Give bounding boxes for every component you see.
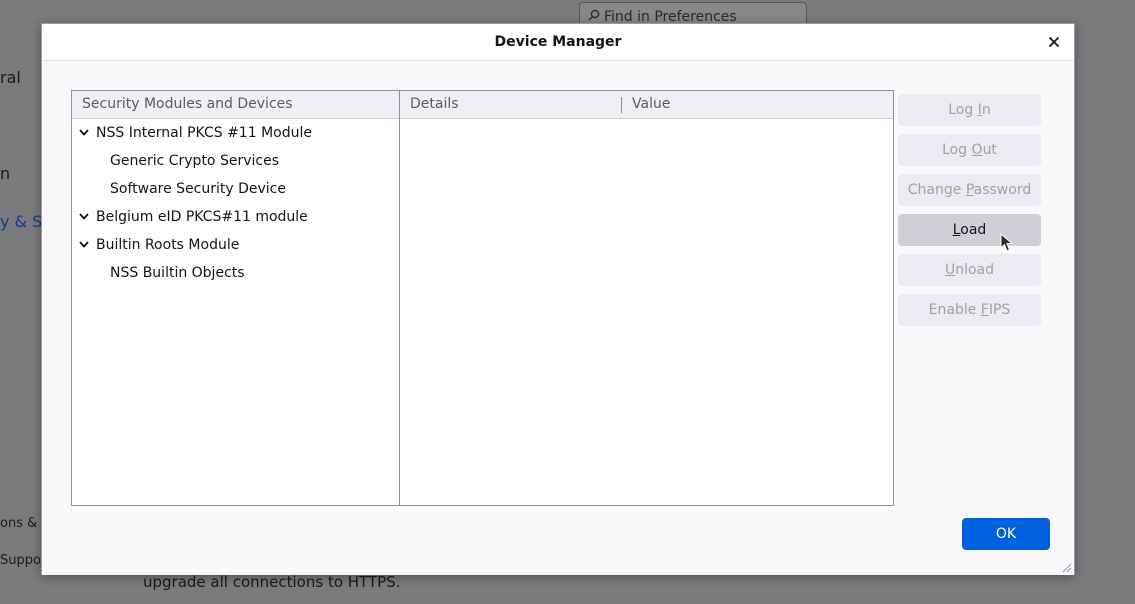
button-access-key: F [980, 302, 989, 318]
mouse-pointer-icon [1000, 233, 1014, 252]
tree-row-label: Builtin Roots Module [96, 237, 240, 253]
log-in-button[interactable]: Log In [898, 94, 1041, 126]
column-splitter[interactable] [621, 97, 622, 113]
security-modules-tree[interactable]: Security Modules and Devices NSS Interna… [71, 90, 400, 506]
close-icon [1048, 36, 1060, 48]
column-header-value[interactable]: Value [632, 91, 670, 118]
details-table[interactable]: Details Value [399, 90, 894, 506]
unload-button[interactable]: Unload [898, 254, 1041, 286]
tree-row-belgium-eid-module[interactable]: Belgium eID PKCS#11 module [72, 203, 399, 231]
dialog-titlebar: Device Manager [42, 24, 1074, 61]
log-out-button[interactable]: Log Out [898, 134, 1041, 166]
resize-grip-icon[interactable] [1062, 563, 1072, 573]
tree-row-nss-internal-module[interactable]: NSS Internal PKCS #11 Module [72, 119, 399, 147]
background-nav-fragment-privacy: y & S [0, 212, 43, 231]
change-password-button[interactable]: Change Password [898, 174, 1041, 206]
chevron-down-icon[interactable] [78, 210, 90, 222]
background-nav-fragment: n [0, 164, 11, 183]
chevron-down-icon[interactable] [78, 238, 90, 250]
tree-row-label: Generic Crypto Services [110, 153, 279, 169]
load-button[interactable]: Load [898, 214, 1041, 246]
column-header-details[interactable]: Details [410, 91, 459, 118]
button-label-part: Log [942, 142, 972, 158]
button-label-part: nload [955, 262, 995, 278]
button-access-key: U [944, 262, 956, 278]
device-manager-dialog: Device Manager Security Modules and Devi… [41, 23, 1075, 575]
background-nav-fragment: Suppo [0, 553, 41, 568]
button-label-part: assword [973, 182, 1032, 198]
tree-row-nss-builtin-objects[interactable]: NSS Builtin Objects [72, 259, 399, 287]
background-nav-fragment: ral [0, 68, 21, 87]
button-label-part: Enable [928, 302, 981, 318]
background-nav-fragment: ons & [0, 516, 38, 531]
tree-row-label: NSS Builtin Objects [110, 265, 245, 281]
details-table-header: Details Value [400, 91, 893, 119]
tree-row-software-security-device[interactable]: Software Security Device [72, 175, 399, 203]
chevron-down-icon[interactable] [78, 126, 90, 138]
button-label-part: ut [982, 142, 997, 158]
button-label-part: oad [960, 222, 987, 238]
button-label-part: Change [907, 182, 966, 198]
dialog-title: Device Manager [494, 34, 622, 50]
tree-row-label: Belgium eID PKCS#11 module [96, 209, 308, 225]
tree-column-header[interactable]: Security Modules and Devices [72, 91, 399, 119]
enable-fips-button[interactable]: Enable FIPS [898, 294, 1041, 326]
button-access-key: O [971, 142, 983, 158]
background-body-text: upgrade all connections to HTTPS. [143, 573, 401, 591]
button-label-part: n [981, 102, 991, 118]
dialog-body: Security Modules and Devices NSS Interna… [42, 61, 1074, 575]
tree-row-label: Software Security Device [110, 181, 286, 197]
tree-row-builtin-roots-module[interactable]: Builtin Roots Module [72, 231, 399, 259]
close-button[interactable] [1044, 32, 1064, 52]
button-label-part: Log [948, 102, 978, 118]
ok-button[interactable]: OK [962, 518, 1050, 550]
button-label-part: IPS [988, 302, 1011, 318]
button-access-key: P [965, 182, 974, 198]
tree-row-generic-crypto-services[interactable]: Generic Crypto Services [72, 147, 399, 175]
tree-row-label: NSS Internal PKCS #11 Module [96, 125, 312, 141]
